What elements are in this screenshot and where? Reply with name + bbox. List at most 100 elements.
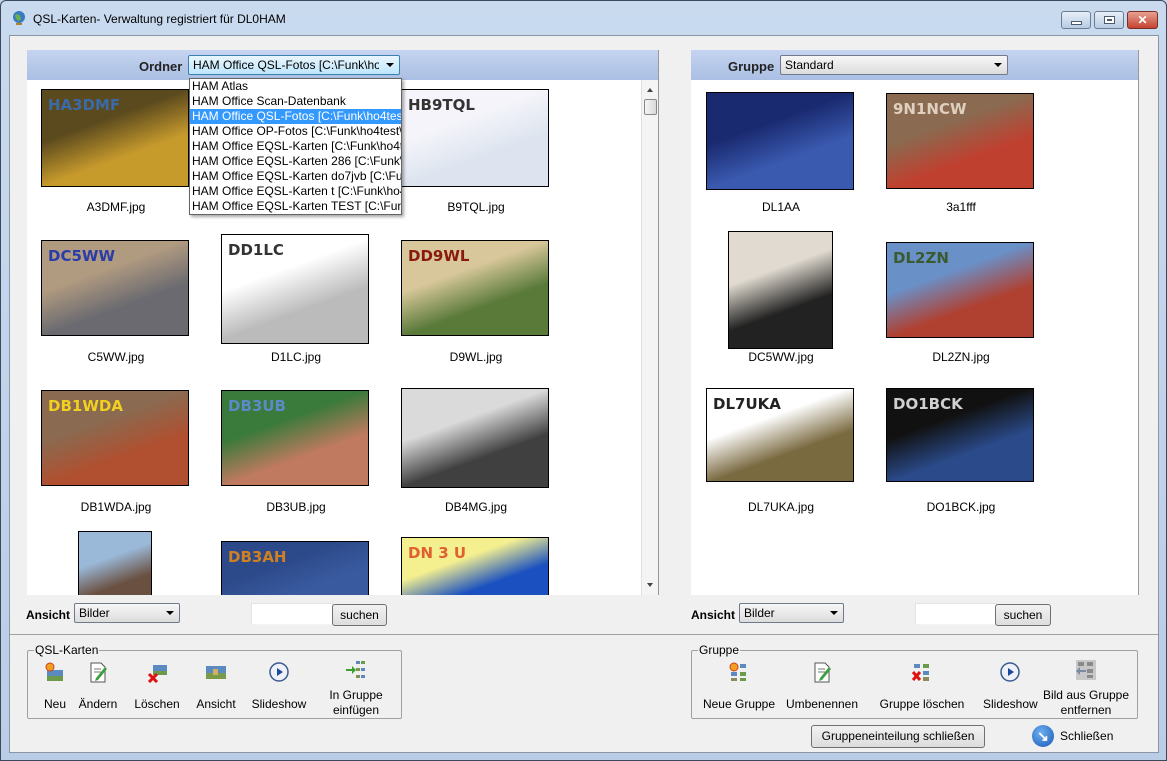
close-arrow-icon: ↘ bbox=[1032, 725, 1054, 747]
maximize-icon bbox=[1103, 16, 1115, 24]
add-to-group-icon bbox=[345, 659, 367, 681]
minimize-button[interactable] bbox=[1061, 11, 1091, 29]
qsl-card-image[interactable] bbox=[78, 531, 152, 595]
scroll-thumb[interactable] bbox=[644, 99, 657, 115]
folder-scrollbar[interactable] bbox=[641, 80, 658, 595]
tool-label: Umbenennen bbox=[785, 697, 859, 711]
qsl-card-image[interactable]: DN 3 U bbox=[401, 537, 549, 595]
thumbnail-caption: DL2ZN.jpg bbox=[932, 350, 990, 364]
thumbnail-caption: DB3UB.jpg bbox=[266, 500, 326, 514]
new-card-tool-button[interactable]: Neu bbox=[34, 659, 76, 715]
delete-group-icon bbox=[911, 661, 933, 683]
left-view-select[interactable]: Bilder bbox=[74, 603, 180, 623]
qsl-card-image[interactable]: DD9WL bbox=[401, 240, 549, 336]
view-card-tool-button[interactable]: Ansicht bbox=[192, 659, 240, 715]
delete-group-tool-button[interactable]: Gruppe löschen bbox=[868, 659, 976, 715]
scroll-down-icon[interactable] bbox=[647, 583, 653, 587]
tool-label: Slideshow bbox=[983, 697, 1038, 711]
thumbnail-caption: DB1WDA.jpg bbox=[80, 500, 152, 514]
close-icon: ✕ bbox=[1137, 13, 1148, 27]
qsl-card-image[interactable]: DC5WW bbox=[41, 240, 189, 336]
qsl-card-image[interactable]: HB9TQL bbox=[401, 89, 549, 187]
view-card-icon bbox=[205, 661, 227, 683]
card-callsign: DD1LC bbox=[228, 241, 284, 259]
folder-option[interactable]: HAM Atlas bbox=[190, 79, 401, 94]
card-callsign: DO1BCK bbox=[893, 395, 963, 413]
qsl-card-image[interactable]: 9N1NCW bbox=[886, 93, 1034, 189]
play-tool-button[interactable]: Slideshow bbox=[246, 659, 312, 715]
card-callsign: DB1WDA bbox=[48, 397, 123, 415]
card-callsign: DL2ZN bbox=[893, 249, 949, 267]
rename-icon bbox=[811, 661, 833, 683]
folder-option[interactable]: HAM Office Scan-Datenbank bbox=[190, 94, 401, 109]
thumbnail-caption: D9WL.jpg bbox=[449, 350, 503, 364]
qsl-card-image[interactable]: DO1BCK bbox=[886, 388, 1034, 482]
card-callsign: DB3UB bbox=[228, 397, 286, 415]
qsl-card-image[interactable]: DL7UKA bbox=[706, 388, 854, 482]
thumbnail-caption: C5WW.jpg bbox=[87, 350, 145, 364]
folder-option[interactable]: HAM Office EQSL-Karten do7jvb [C:\Fu bbox=[190, 169, 401, 184]
group-thumbnail-grid: DL1AA 9N1NCW 3a1fff DC5WW.jpg DL2ZN DL2ZN.jpg… bbox=[691, 80, 1138, 595]
window-title: QSL-Karten- Verwaltung registriert für D… bbox=[33, 12, 286, 26]
right-search-button[interactable]: suchen bbox=[995, 604, 1051, 626]
qsl-card-image[interactable]: DL2ZN bbox=[886, 242, 1034, 338]
folder-option[interactable]: HAM Office OP-Fotos [C:\Funk\ho4test\ bbox=[190, 124, 401, 139]
folder-option[interactable]: HAM Office QSL-Fotos [C:\Funk\ho4test bbox=[190, 109, 401, 124]
group-select[interactable]: Standard bbox=[780, 55, 1008, 75]
right-view-select[interactable]: Bilder bbox=[739, 603, 844, 623]
new-group-tool-button[interactable]: Neue Gruppe bbox=[698, 659, 780, 715]
folder-option[interactable]: HAM Office EQSL-Karten 286 [C:\Funk\ bbox=[190, 154, 401, 169]
qsl-card-image[interactable] bbox=[728, 231, 833, 349]
qsl-card-image[interactable]: DB1WDA bbox=[41, 390, 189, 486]
maximize-button[interactable] bbox=[1094, 11, 1124, 29]
thumbnail-caption: 3a1fff bbox=[946, 200, 976, 214]
folder-select[interactable]: HAM Office QSL-Fotos [C:\Funk\ho4test bbox=[188, 55, 400, 75]
folder-option[interactable]: HAM Office EQSL-Karten TEST [C:\Fun bbox=[190, 199, 401, 214]
minimize-icon bbox=[1070, 20, 1082, 25]
folder-dropdown-list: HAM Atlas HAM Office Scan-Datenbank HAM Of… bbox=[189, 78, 402, 215]
tool-label: Gruppe löschen bbox=[879, 697, 965, 711]
client-area: Ordner HAM Office QSL-Fotos [C:\Funk\ho4… bbox=[9, 35, 1159, 753]
card-callsign: DD9WL bbox=[408, 247, 470, 265]
close-grouping-button[interactable]: Gruppeneinteilung schließen bbox=[811, 725, 985, 748]
play-tool-button[interactable]: Slideshow bbox=[983, 659, 1038, 715]
card-callsign: DL7UKA bbox=[713, 395, 781, 413]
tool-label: entfernen bbox=[1060, 703, 1112, 717]
close-button[interactable]: ↘ Schließen bbox=[1032, 725, 1113, 747]
group-header: Gruppe Standard bbox=[691, 50, 1138, 80]
group-legend: Gruppe bbox=[698, 643, 741, 657]
close-window-button[interactable]: ✕ bbox=[1127, 11, 1158, 29]
delete-card-tool-button[interactable]: Löschen bbox=[126, 659, 188, 715]
scroll-up-icon[interactable] bbox=[647, 88, 653, 92]
left-search-button[interactable]: suchen bbox=[332, 604, 387, 626]
qsl-card-image[interactable]: DB3AH bbox=[221, 541, 369, 595]
qsl-cards-toolbar: QSL-Karten Neu Ändern Löschen Ansicht Slides… bbox=[27, 643, 402, 719]
remove-from-group-tool-button[interactable]: Bild aus Gruppe entfernen bbox=[1036, 659, 1136, 717]
thumbnail-caption: DB4MG.jpg bbox=[444, 500, 508, 514]
divider bbox=[10, 634, 1158, 635]
edit-icon bbox=[87, 661, 109, 683]
thumbnail-caption: DO1BCK.jpg bbox=[926, 500, 996, 514]
add-to-group-tool-button[interactable]: In Gruppe einfügen bbox=[318, 659, 394, 717]
thumbnail-caption: DL1AA bbox=[761, 200, 801, 214]
rename-tool-button[interactable]: Umbenennen bbox=[780, 659, 864, 715]
qsl-card-image[interactable]: DD1LC bbox=[221, 234, 369, 344]
group-pane: Gruppe Standard DL1AA 9N1NCW 3a1fff DC5WW.j… bbox=[691, 50, 1139, 595]
tool-label: Löschen bbox=[134, 697, 180, 711]
qsl-card-image[interactable]: DB3UB bbox=[221, 390, 369, 486]
left-search-input[interactable] bbox=[251, 603, 333, 625]
right-view-label: Ansicht bbox=[691, 608, 736, 622]
qsl-card-image[interactable] bbox=[401, 388, 549, 488]
qsl-cards-legend: QSL-Karten bbox=[34, 643, 100, 657]
chevron-down-icon bbox=[166, 611, 174, 615]
left-view-label: Ansicht bbox=[26, 608, 71, 622]
thumbnail-caption: B9TQL.jpg bbox=[447, 200, 505, 214]
folder-option[interactable]: HAM Office EQSL-Karten [C:\Funk\ho4t bbox=[190, 139, 401, 154]
tool-label: einfügen bbox=[332, 703, 380, 717]
folder-option[interactable]: HAM Office EQSL-Karten t [C:\Funk\ho4 bbox=[190, 184, 401, 199]
card-callsign: DB3AH bbox=[228, 548, 287, 566]
right-search-input[interactable] bbox=[915, 603, 997, 625]
qsl-card-image[interactable]: HA3DMF bbox=[41, 89, 189, 187]
edit-tool-button[interactable]: Ändern bbox=[73, 659, 123, 715]
qsl-card-image[interactable] bbox=[706, 92, 854, 190]
